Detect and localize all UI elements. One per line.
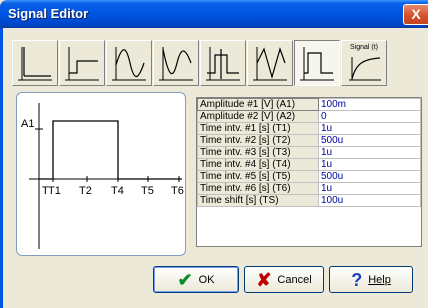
signal-t-icon: [349, 57, 381, 81]
param-name: Time intv. #3 [s] (T3): [197, 146, 319, 159]
param-row[interactable]: Time intv. #6 [s] (T6) 1u: [197, 182, 421, 195]
param-name: Time intv. #1 [s] (T1): [197, 122, 319, 135]
amplitude-axis-label: A1: [21, 118, 34, 130]
param-value[interactable]: 500u: [318, 170, 421, 183]
help-label: Help: [368, 273, 391, 286]
param-row[interactable]: Amplitude #1 [V] (A1) 100m: [197, 98, 421, 111]
signal-sine-negative-button[interactable]: [153, 40, 199, 86]
check-icon: ✔: [177, 269, 193, 290]
window-title: Signal Editor: [8, 6, 89, 21]
signal-preview: A1 T T1 T2 T4 T5 T6: [16, 92, 186, 256]
param-value[interactable]: 0: [318, 110, 421, 123]
param-value[interactable]: 500u: [318, 134, 421, 147]
param-row[interactable]: Time intv. #1 [s] (T1) 1u: [197, 122, 421, 135]
pulse-train-icon: [206, 47, 240, 81]
pulse-icon: [300, 47, 334, 81]
question-icon: ?: [351, 269, 363, 290]
signal-preview-plot: A1 T T1 T2 T4 T5 T6: [21, 103, 184, 249]
ok-button[interactable]: ✔ OK: [153, 266, 239, 293]
param-name: Time intv. #4 [s] (T4): [197, 158, 319, 171]
cancel-label: Cancel: [277, 273, 312, 286]
tick-label-t2: T2: [79, 185, 92, 197]
signal-pulse-button[interactable]: [294, 40, 340, 86]
step-up-icon: [18, 47, 52, 81]
tick-label-t5: T5: [141, 185, 154, 197]
title-bar[interactable]: Signal Editor X: [0, 0, 428, 28]
sine-negative-icon: [159, 47, 193, 81]
tick-label-t6: T6: [171, 185, 184, 197]
param-row[interactable]: Time intv. #5 [s] (T5) 500u: [197, 170, 421, 183]
parameter-grid[interactable]: Amplitude #1 [V] (A1) 100m Amplitude #2 [V…: [196, 97, 422, 247]
param-name: Amplitude #1 [V] (A1): [197, 98, 319, 111]
param-name: Amplitude #2 [V] (A2): [197, 110, 319, 123]
ok-label: OK: [198, 273, 215, 286]
param-name: Time intv. #5 [s] (T5): [197, 170, 319, 183]
close-button[interactable]: X: [403, 4, 428, 25]
param-row[interactable]: Amplitude #2 [V] (A2) 0: [197, 110, 421, 123]
param-row[interactable]: Time intv. #2 [s] (T2) 500u: [197, 134, 421, 147]
sine-positive-icon: [112, 47, 146, 81]
pulse-waveform: [39, 120, 182, 180]
triangle-wave-icon: [253, 47, 287, 81]
param-value[interactable]: 100u: [318, 194, 421, 207]
param-row[interactable]: Time intv. #4 [s] (T4) 1u: [197, 158, 421, 171]
param-name: Time intv. #6 [s] (T6): [197, 182, 319, 195]
ramp-step-icon: [65, 47, 99, 81]
signal-triangle-button[interactable]: [247, 40, 293, 86]
cancel-button[interactable]: ✘ Cancel: [244, 266, 324, 293]
param-name: Time intv. #2 [s] (T2): [197, 134, 319, 147]
x-icon: ✘: [256, 269, 272, 290]
signal-pulse-train-button[interactable]: [200, 40, 246, 86]
tick-label-t1: T1: [48, 185, 61, 197]
signal-sine-button[interactable]: [106, 40, 152, 86]
param-row[interactable]: Time shift [s] (TS) 100u: [197, 194, 421, 207]
param-value[interactable]: 1u: [318, 146, 421, 159]
signal-type-toolbar: Signal (t): [12, 40, 428, 86]
param-value[interactable]: 1u: [318, 122, 421, 135]
param-value[interactable]: 100m: [318, 98, 421, 111]
param-value[interactable]: 1u: [318, 158, 421, 171]
help-button[interactable]: ? Help: [329, 266, 413, 293]
signal-step-button[interactable]: [12, 40, 58, 86]
signal-ramp-step-button[interactable]: [59, 40, 105, 86]
tick-label-t4: T4: [111, 185, 124, 197]
param-row[interactable]: Time intv. #3 [s] (T3) 1u: [197, 146, 421, 159]
param-name: Time shift [s] (TS): [197, 194, 319, 207]
param-value[interactable]: 1u: [318, 182, 421, 195]
close-icon: X: [411, 6, 421, 22]
signal-custom-button[interactable]: Signal (t): [341, 40, 387, 86]
